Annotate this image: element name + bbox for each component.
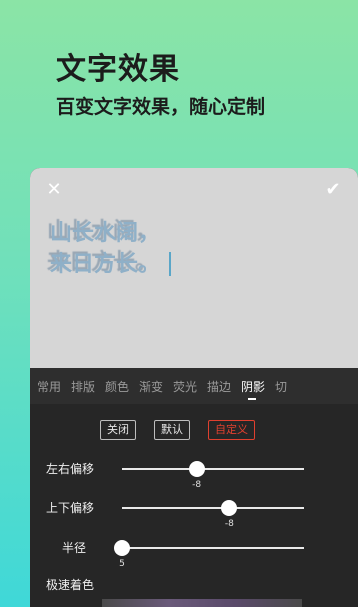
shadow-custom-button[interactable]: 自定义 bbox=[208, 420, 255, 440]
slider-label: 上下偏移 bbox=[46, 501, 95, 515]
confirm-check-icon[interactable]: ✔ bbox=[322, 180, 344, 200]
effect-tabs: 常用 排版 颜色 渐变 荧光 描边 阴影 切 bbox=[30, 368, 358, 404]
slider-track[interactable]: 5 bbox=[114, 540, 304, 569]
shadow-off-button[interactable]: 关闭 bbox=[100, 420, 136, 440]
tab-cut[interactable]: 切 bbox=[268, 378, 302, 395]
slider-knob[interactable] bbox=[114, 540, 130, 556]
close-icon[interactable]: ✕ bbox=[44, 180, 64, 200]
slider-horizontal-offset: 左右偏移 -8 bbox=[30, 454, 358, 490]
color-palette-strip[interactable] bbox=[102, 599, 302, 607]
slider-vertical-offset: 上下偏移 -8 bbox=[30, 493, 358, 529]
slider-knob[interactable] bbox=[221, 500, 238, 516]
shadow-mode-buttons: 关闭 默认 自定义 bbox=[100, 420, 255, 440]
slider-label: 半径 bbox=[62, 541, 87, 555]
preview-line-2: 来日方长。 bbox=[50, 252, 161, 277]
slider-value: -8 bbox=[224, 519, 234, 529]
shadow-default-button[interactable]: 默认 bbox=[154, 420, 190, 440]
text-cursor bbox=[169, 252, 171, 276]
editor-card: ✕ ✔ 山长水阔， 来日方长。 常用 排版 颜色 渐变 荧光 描边 阴影 切 关… bbox=[30, 168, 358, 607]
hero-subtitle: 百变文字效果，随心定制 bbox=[56, 96, 266, 118]
slider-knob[interactable] bbox=[188, 461, 205, 477]
slider-label: 左右偏移 bbox=[46, 462, 95, 476]
slider-radius: 半径 5 bbox=[30, 533, 358, 569]
speed-color-label: 极速着色 bbox=[46, 578, 95, 592]
slider-value: -8 bbox=[192, 480, 202, 490]
hero-title: 文字效果 bbox=[56, 52, 180, 87]
tab-glow[interactable]: 荧光 bbox=[166, 378, 200, 395]
tab-common[interactable]: 常用 bbox=[30, 378, 64, 395]
shadow-settings-panel: 关闭 默认 自定义 左右偏移 -8 上下偏移 -8 半径 5 极速着色 bbox=[30, 404, 358, 607]
slider-track[interactable]: -8 bbox=[122, 500, 304, 529]
text-preview-area: ✕ ✔ 山长水阔， 来日方长。 bbox=[30, 168, 358, 368]
slider-track[interactable]: -8 bbox=[122, 461, 304, 490]
tab-layout[interactable]: 排版 bbox=[64, 378, 98, 395]
tab-shadow[interactable]: 阴影 bbox=[234, 378, 268, 400]
tab-gradient[interactable]: 渐变 bbox=[132, 378, 166, 395]
preview-text[interactable]: 山长水阔， 来日方长。 bbox=[50, 218, 160, 280]
tab-stroke[interactable]: 描边 bbox=[200, 378, 234, 395]
slider-value: 5 bbox=[119, 559, 125, 569]
preview-line-1: 山长水阔， bbox=[50, 221, 161, 246]
tab-color[interactable]: 颜色 bbox=[98, 378, 132, 395]
